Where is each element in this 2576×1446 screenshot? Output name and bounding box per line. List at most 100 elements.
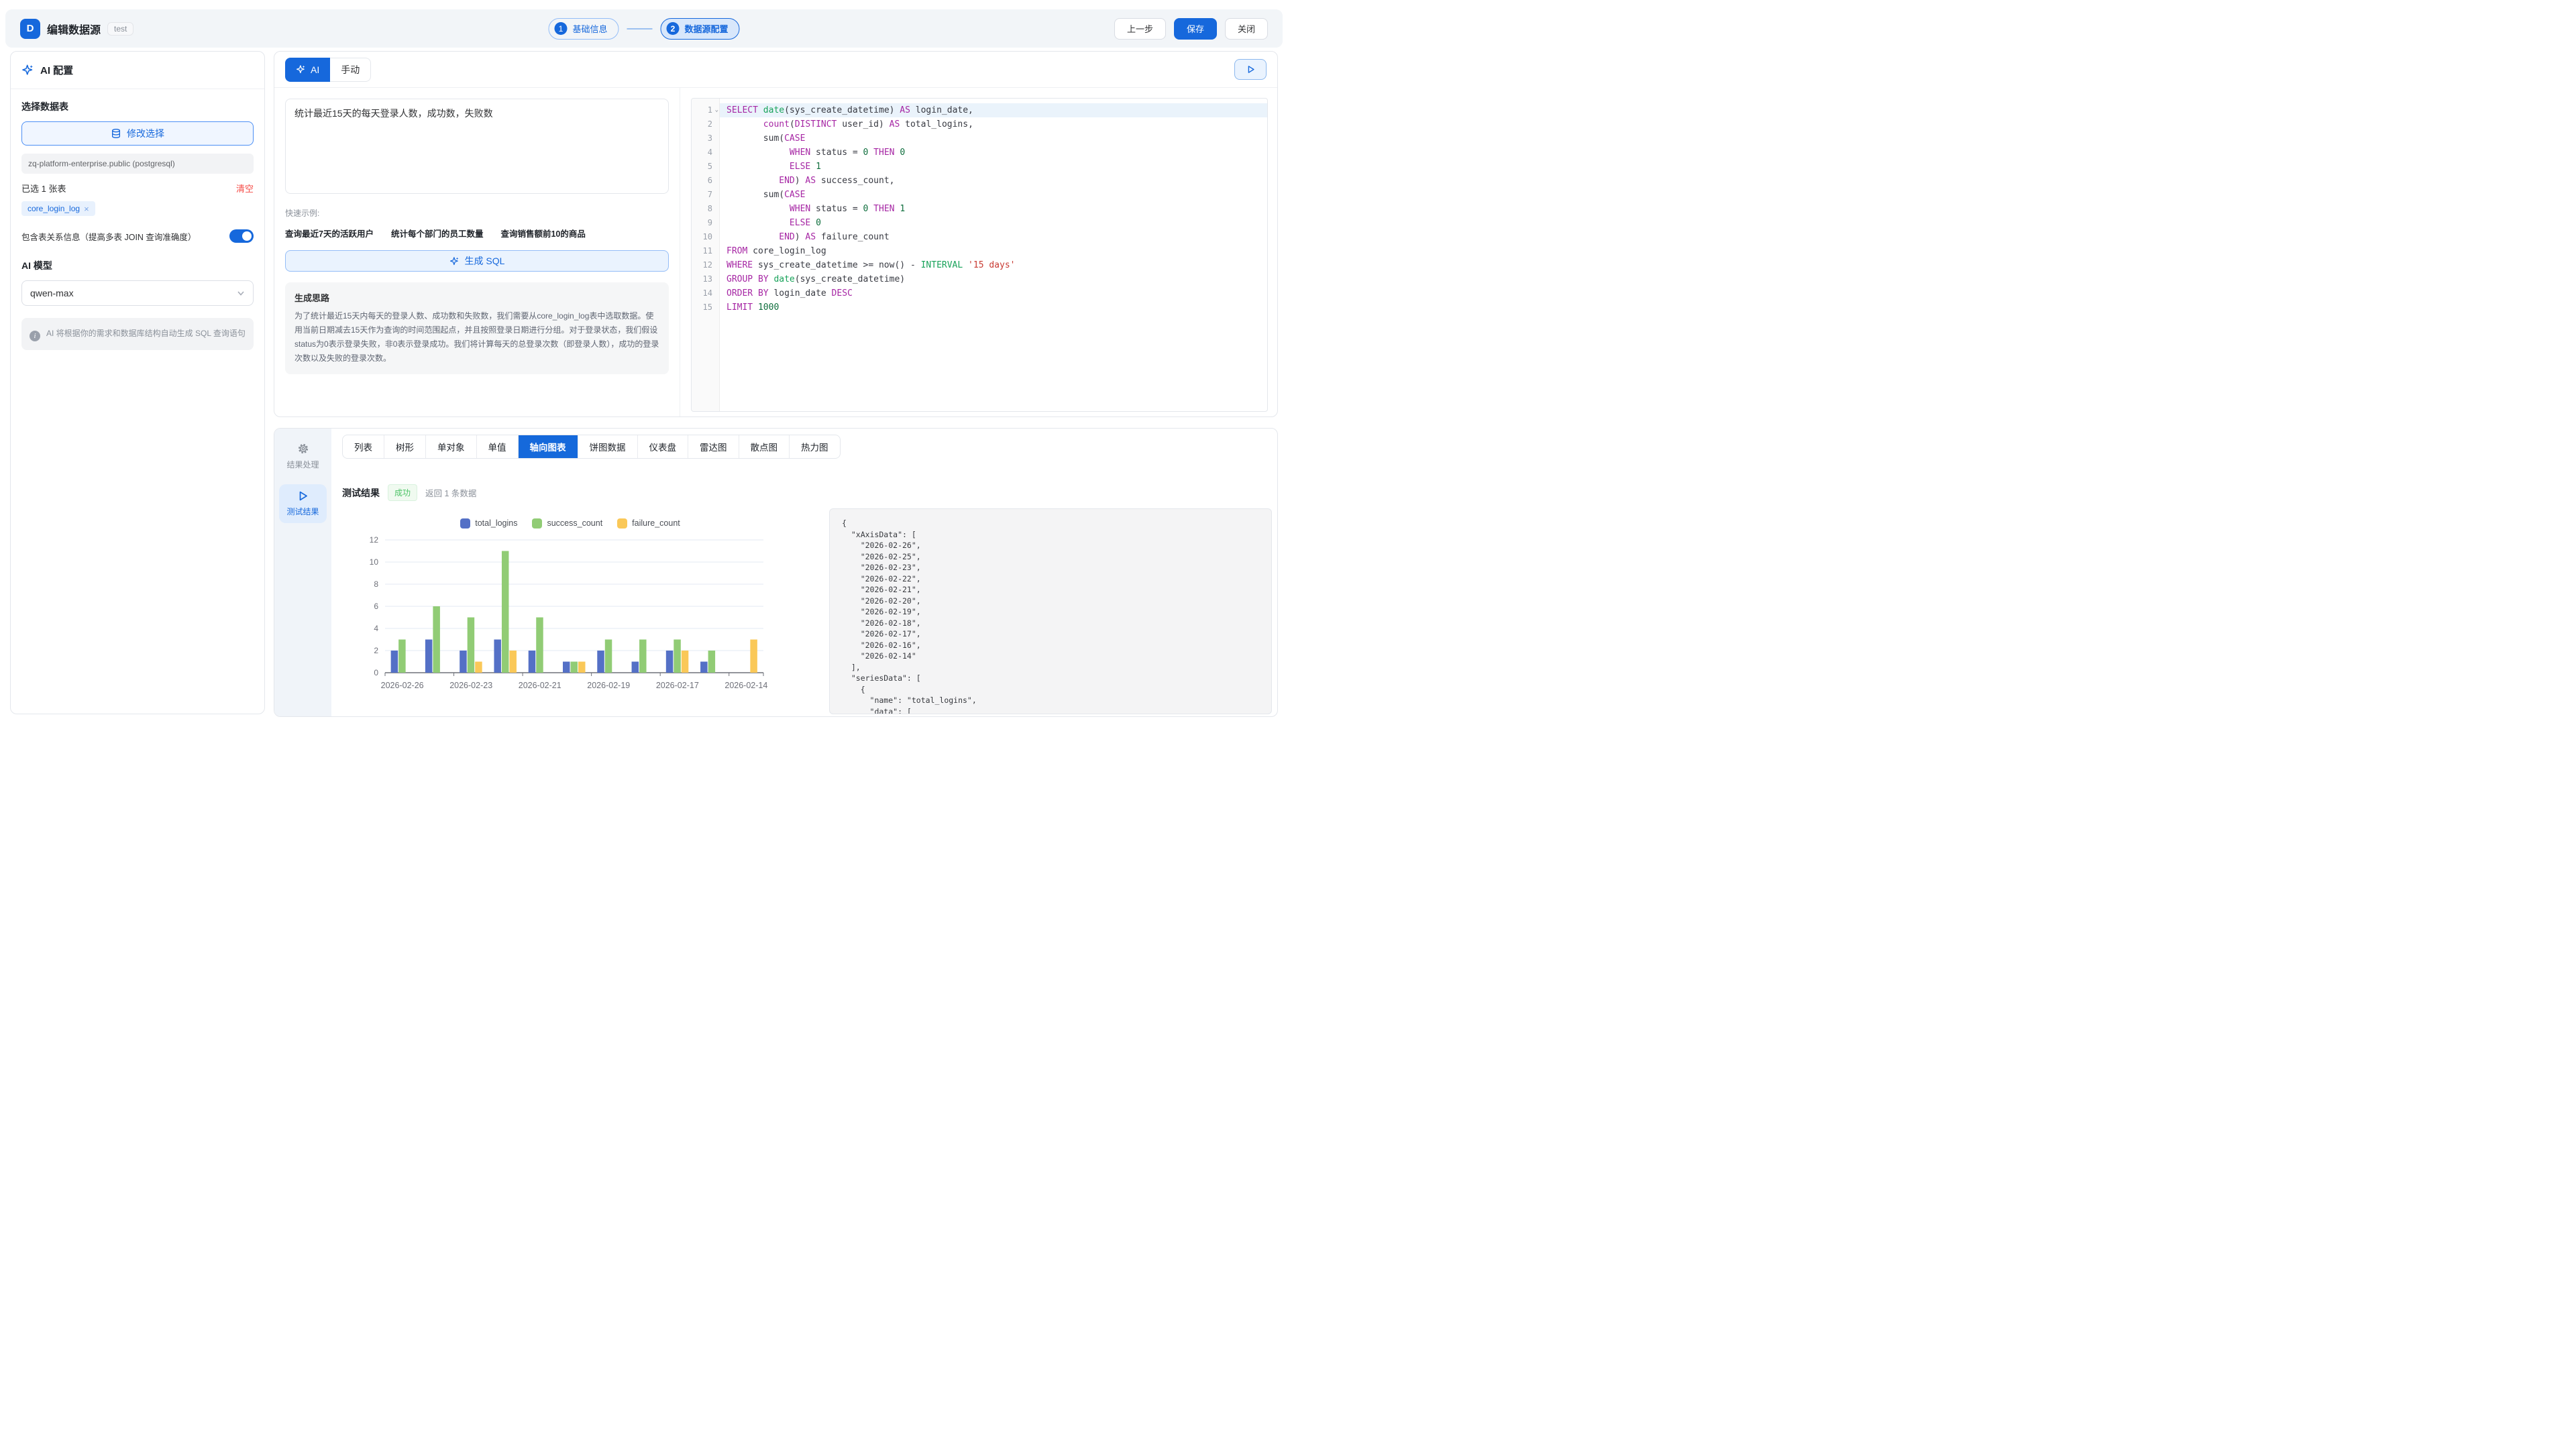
tab-pie-data[interactable]: 饼图数据	[578, 435, 637, 458]
edit-datasource-page: D 编辑数据源 test 1 基础信息 2 数据源配置 上一步 保存 关闭	[0, 0, 1288, 723]
step-label: 数据源配置	[685, 22, 729, 35]
svg-text:2026-02-21: 2026-02-21	[519, 681, 561, 690]
legend-swatch	[617, 518, 627, 529]
tab-manual-mode[interactable]: 手动	[330, 58, 371, 82]
modify-selection-button[interactable]: 修改选择	[21, 121, 254, 146]
sidebar-body: 选择数据表 修改选择 zq-platform-enterprise.public…	[11, 89, 264, 361]
quick-examples-label: 快速示例:	[285, 207, 669, 219]
tab-heatmap[interactable]: 热力图	[789, 435, 840, 458]
svg-text:12: 12	[370, 535, 379, 545]
step-basic-info[interactable]: 1 基础信息	[548, 18, 619, 40]
chevron-down-icon	[237, 289, 245, 297]
sparkle-icon	[21, 64, 34, 76]
test-result-title: 测试结果	[342, 486, 380, 500]
prompt-input[interactable]: 统计最近15天的每天登录人数，成功数，失败数	[285, 99, 669, 194]
mode-tab-row: AI 手动	[274, 52, 1277, 88]
results-side-nav: 结果处理 测试结果	[274, 429, 331, 717]
gear-icon	[297, 442, 310, 455]
tab-ai-mode[interactable]: AI	[285, 58, 330, 82]
test-results-card: 结果处理 测试结果 列表 树形 单对象 单值 轴向图表 饼图数据 仪表盘 雷达图…	[274, 428, 1278, 717]
clear-selection-link[interactable]: 清空	[236, 182, 254, 194]
tab-single-object[interactable]: 单对象	[425, 435, 476, 458]
step-connector	[627, 28, 653, 30]
sql-editor[interactable]: 1⌄23456789101112131415 SELECT date(sys_c…	[691, 98, 1268, 412]
selected-tables-row: 已选 1 张表 清空	[21, 182, 254, 194]
table-section-label: 选择数据表	[21, 100, 254, 113]
step-indicator: 1 基础信息 2 数据源配置	[548, 18, 739, 40]
prompt-column: 统计最近15天的每天登录人数，成功数，失败数 快速示例: 查询最近7天的活跃用户…	[274, 88, 680, 416]
relation-toggle-label: 包含表关系信息（提高多表 JOIN 查询准确度）	[21, 230, 196, 243]
legend-swatch	[460, 518, 470, 529]
toggle-knob	[242, 231, 252, 241]
legend-item[interactable]: success_count	[532, 518, 602, 529]
relation-toggle-row: 包含表关系信息（提高多表 JOIN 查询准确度）	[21, 229, 254, 243]
modify-selection-label: 修改选择	[127, 127, 164, 140]
legend-swatch	[532, 518, 542, 529]
table-tag-label: core_login_log	[28, 204, 80, 213]
svg-text:0: 0	[374, 668, 378, 677]
model-section-label: AI 模型	[21, 259, 254, 272]
bar-chart: total_logins success_count failure_count 0…	[342, 516, 798, 703]
tab-single-value[interactable]: 单值	[476, 435, 518, 458]
svg-text:10: 10	[370, 557, 379, 567]
quick-example-link[interactable]: 统计每个部门的员工数量	[391, 227, 484, 239]
step-label: 基础信息	[572, 22, 607, 35]
svg-text:2026-02-17: 2026-02-17	[656, 681, 699, 690]
tab-tree[interactable]: 树形	[384, 435, 425, 458]
side-item-test-result[interactable]: 测试结果	[279, 484, 327, 523]
bar-chart-canvas: 0246810122026-02-262026-02-232026-02-212…	[342, 531, 798, 700]
close-button[interactable]: 关闭	[1225, 18, 1268, 40]
sidebar-title: AI 配置	[40, 63, 73, 77]
play-icon	[297, 490, 309, 502]
run-sql-button[interactable]	[1234, 59, 1267, 80]
sparkle-icon	[296, 64, 306, 74]
result-view-tabs: 列表 树形 单对象 单值 轴向图表 饼图数据 仪表盘 雷达图 散点图 热力图	[342, 435, 841, 459]
quick-example-link[interactable]: 查询销售额前10的商品	[500, 227, 585, 239]
datasource-path: zq-platform-enterprise.public (postgresq…	[21, 154, 254, 174]
play-icon	[1246, 64, 1256, 74]
remove-table-icon[interactable]: ×	[84, 205, 89, 213]
side-item-result-processing[interactable]: 结果处理	[279, 437, 327, 476]
relation-toggle[interactable]	[229, 229, 254, 243]
selected-count-text: 已选 1 张表	[21, 182, 66, 194]
tab-scatter[interactable]: 散点图	[739, 435, 790, 458]
generate-sql-button[interactable]: 生成 SQL	[285, 250, 669, 272]
sql-config-body: 统计最近15天的每天登录人数，成功数，失败数 快速示例: 查询最近7天的活跃用户…	[274, 88, 1277, 416]
ai-hint-box: i AI 将根据你的需求和数据库结构自动生成 SQL 查询语句	[21, 318, 254, 350]
ai-config-sidebar: AI 配置 选择数据表 修改选择 zq-platform-enterprise.…	[10, 51, 265, 714]
legend-item[interactable]: failure_count	[617, 518, 680, 529]
test-result-row: 测试结果 成功 返回 1 条数据	[342, 484, 1267, 501]
tab-axis-chart[interactable]: 轴向图表	[518, 435, 578, 458]
step-number: 2	[667, 22, 680, 35]
tab-radar[interactable]: 雷达图	[688, 435, 739, 458]
sql-code[interactable]: SELECT date(sys_create_datetime) AS logi…	[720, 99, 1267, 411]
table-tag[interactable]: core_login_log ×	[21, 201, 95, 216]
svg-text:2026-02-19: 2026-02-19	[587, 681, 630, 690]
chart-legend: total_logins success_count failure_count	[342, 516, 798, 531]
tab-gauge[interactable]: 仪表盘	[637, 435, 688, 458]
legend-item[interactable]: total_logins	[460, 518, 517, 529]
model-select-value: qwen-max	[30, 288, 74, 298]
prev-step-button[interactable]: 上一步	[1114, 18, 1166, 40]
save-button[interactable]: 保存	[1174, 18, 1217, 40]
app-logo: D	[20, 19, 40, 39]
legend-label: total_logins	[475, 518, 517, 528]
step-datasource-config[interactable]: 2 数据源配置	[661, 18, 740, 40]
generate-sql-label: 生成 SQL	[465, 254, 505, 268]
database-icon	[111, 128, 121, 139]
svg-text:2026-02-23: 2026-02-23	[449, 681, 492, 690]
page-title: 编辑数据源	[47, 21, 101, 37]
tab-ai-label: AI	[311, 64, 319, 75]
status-badge: 成功	[388, 484, 417, 501]
result-count-text: 返回 1 条数据	[425, 486, 476, 499]
quick-example-link[interactable]: 查询最近7天的活跃用户	[285, 227, 374, 239]
tab-manual-label: 手动	[341, 63, 360, 76]
sparkle-icon	[449, 256, 460, 266]
svg-text:6: 6	[374, 602, 378, 611]
svg-text:4: 4	[374, 624, 378, 633]
json-result-panel[interactable]: { "xAxisData": [ "2026-02-26", "2026-02-…	[829, 508, 1272, 714]
generation-idea-box: 生成思路 为了统计最近15天内每天的登录人数、成功数和失败数，我们需要从core…	[285, 282, 669, 374]
tab-list[interactable]: 列表	[343, 435, 384, 458]
model-select[interactable]: qwen-max	[21, 280, 254, 306]
datasource-name-badge: test	[107, 22, 133, 36]
